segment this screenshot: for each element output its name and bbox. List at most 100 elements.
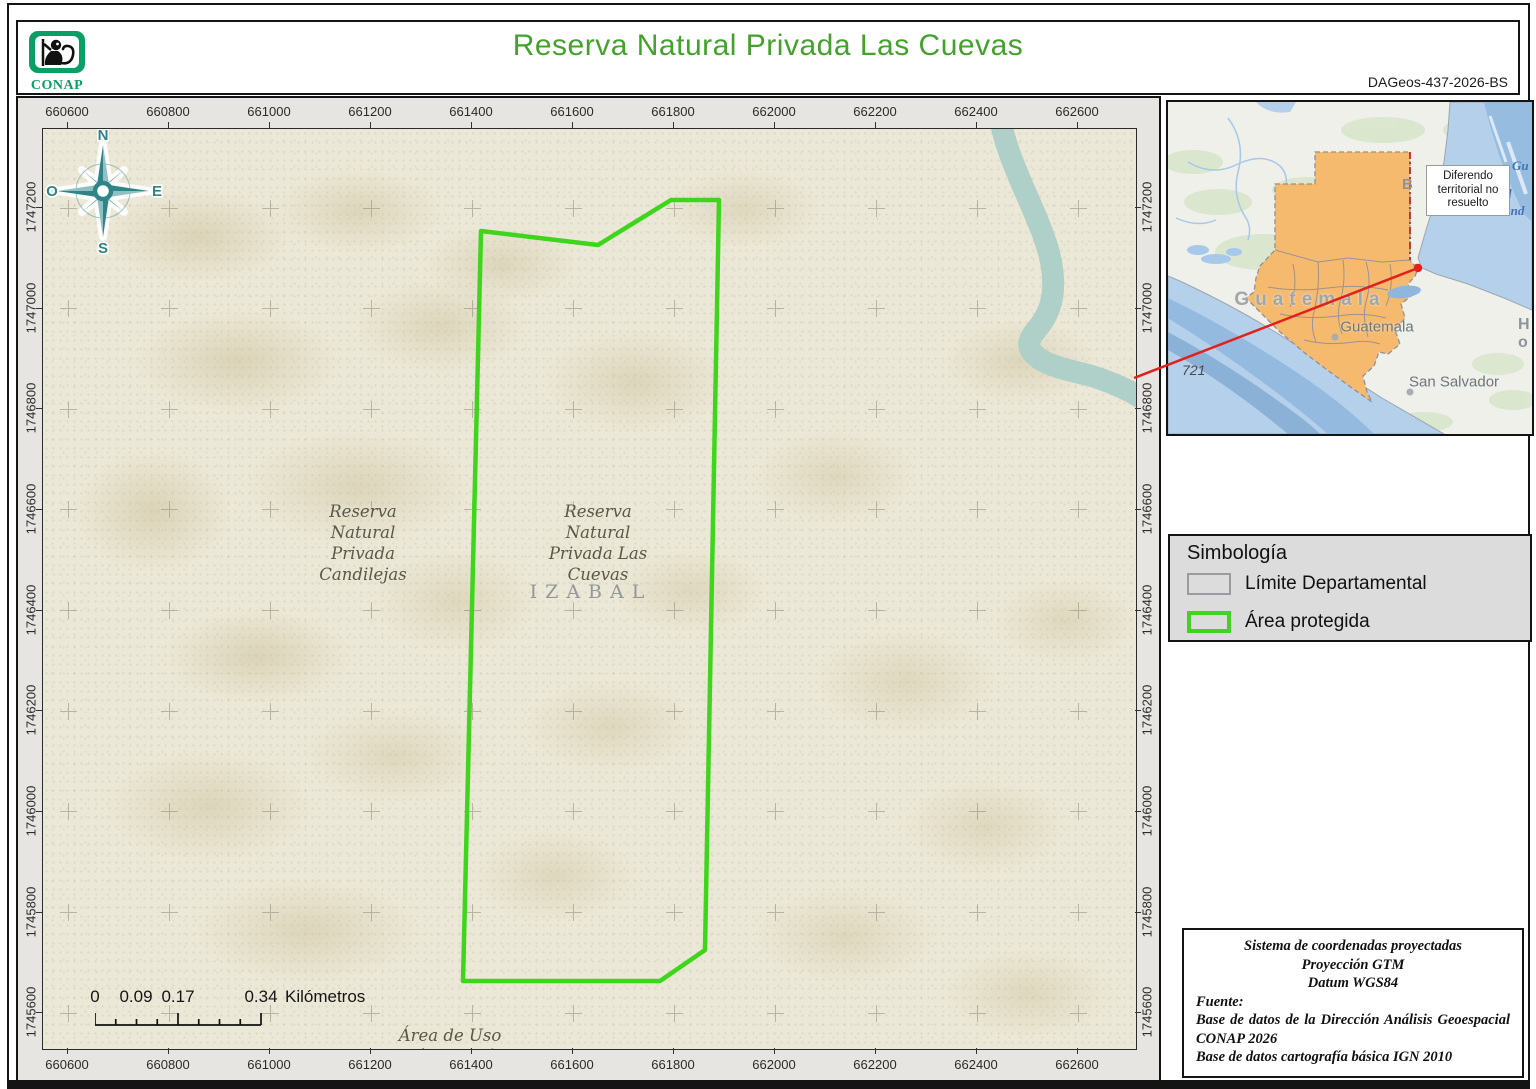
gulf-label-fragment: Gu [1512,158,1529,173]
axis-label-x-top: 662000 [752,104,796,119]
axis-label-x-bottom: 662400 [954,1057,998,1072]
conap-logo: CONAP [27,30,87,93]
text-line: Natural [330,523,396,542]
axis-tick [36,207,42,208]
source-info-box: Sistema de coordenadas proyectadas Proyec… [1182,928,1524,1078]
page-title: Reserva Natural Privada Las Cuevas [512,29,1024,62]
axis-tick [67,1048,68,1054]
source-label: Fuente: [1196,993,1244,1010]
compass-rose: N E S O [45,129,164,255]
scale-label: 0.09 [119,987,153,1006]
axis-tick [1135,911,1141,913]
locator-map: Guatemala Guatemala San Salvador 721 Gud… [1166,100,1534,436]
document-code: DAGeos-437-2026-BS [1367,74,1508,90]
compass-south-label: S [98,240,108,255]
river [991,129,1136,408]
guatemala-city-dot [1331,333,1339,341]
axis-tick [471,1048,472,1054]
axis-label-y-right: 1746400 [1139,584,1155,635]
axis-tick [1135,609,1141,611]
axis-label-x-bottom: 661800 [651,1057,695,1072]
axis-tick [572,122,573,128]
axis-tick [36,810,42,812]
text-line: Candilejas [319,565,407,584]
scale-bar-unit: Kilómetros [285,987,366,1006]
legend: Simbología Límite Departamental Área prot… [1168,534,1532,642]
axis-label-y-right: 1746000 [1139,785,1155,837]
axis-tick [673,122,674,128]
axis-label-x-top: 662400 [954,104,998,119]
axis-label-x-top: 660600 [45,104,89,119]
text-line: Natural [565,523,631,542]
legend-item: Área protegida [1187,608,1370,636]
department-izabal-label: IZABAL [529,581,653,603]
axis-tick [1135,710,1141,712]
axis-tick [36,408,42,410]
protected-area-swatch [1187,611,1231,633]
capital-label-guatemala: Guatemala [1340,318,1414,336]
text-line: Privada Las [548,544,648,563]
scale-label: 0.17 [161,987,195,1006]
axis-tick [774,122,775,128]
scale-bar: 0 0.09 0.17 0.34 Kilómetros [63,987,423,1047]
axis-tick [875,1048,876,1054]
map-sheet-page: { "header": { "title": "Reserva Natural … [0,0,1536,1089]
axis-label-x-top: 662600 [1055,104,1099,119]
axis-label-x-top: 660800 [146,104,190,119]
text-line: Base de datos cartografía básica IGN 201… [1196,1049,1453,1065]
legend-item-label: Área protegida [1245,611,1370,632]
axis-tick [36,911,42,913]
neighbor-country-fragment: B [1402,176,1413,193]
axis-tick [36,710,42,712]
main-map: N E S O Reserva Natural Privada Candilejas … [42,128,1137,1050]
axis-label-y-right: 1746200 [1139,684,1155,736]
text-line: Reserva [564,502,632,521]
legend-title: Simbología [1187,542,1288,564]
axis-tick [875,122,876,128]
axis-tick [370,1048,371,1054]
conap-monkey-icon [29,31,85,73]
reserve-candilejas-label: Reserva Natural Privada Candilejas [319,501,406,585]
axis-tick [1135,408,1141,410]
axis-tick [269,122,270,128]
compass-west-label: O [46,183,58,200]
compass-north-label: N [98,129,109,144]
header-bar: CONAP Reserva Natural Privada Las Cuevas… [16,20,1520,95]
axis-label-x-bottom: 662000 [752,1057,796,1072]
legend-item: Límite Departamental [1187,570,1427,598]
text-line: Base de datos de la Dirección Análisis G… [1196,1012,1510,1047]
conap-logo-text: CONAP [30,78,84,93]
axis-tick [370,122,371,128]
axis-label-x-top: 661400 [449,104,493,119]
axis-label-y-right: 1746600 [1139,483,1155,535]
axis-tick [572,1048,573,1054]
axis-tick [1077,122,1078,128]
axis-tick [774,1048,775,1054]
reserve-las-cuevas-label: Reserva Natural Privada Las Cuevas [549,501,647,585]
axis-tick [36,508,42,510]
axis-tick [36,1012,42,1014]
axis-tick [1135,1012,1141,1014]
legend-item-label: Límite Departamental [1245,573,1427,594]
department-boundary-swatch [1187,573,1231,595]
axis-tick [269,1048,270,1054]
scale-label: 0.34 [244,987,278,1006]
text-line: Reserva [329,502,397,521]
text-line: Sistema de coordenadas proyectadas [1244,938,1462,954]
main-map-frame: N E S O Reserva Natural Privada Candilejas … [16,96,1161,1082]
axis-label-x-bottom: 662600 [1055,1057,1099,1072]
axis-tick [1135,307,1141,309]
compass-east-label: E [152,183,162,200]
axis-tick [673,1048,674,1054]
axis-label-x-top: 662200 [853,104,897,119]
text-line: Proyección GTM [1301,956,1405,973]
axis-label-x-bottom: 661200 [348,1057,392,1072]
axis-label-y-right: 1745600 [1139,986,1155,1038]
axis-tick [1135,207,1141,208]
territorial-dispute-note: Diferendo territorial no resuelto [1426,165,1510,216]
scale-label: 0 [90,987,100,1006]
axis-tick [471,122,472,128]
axis-label-x-bottom: 661400 [449,1057,493,1072]
axis-label-y-right: 1745800 [1139,886,1155,937]
text-line: Datum WGS84 [1307,975,1399,991]
